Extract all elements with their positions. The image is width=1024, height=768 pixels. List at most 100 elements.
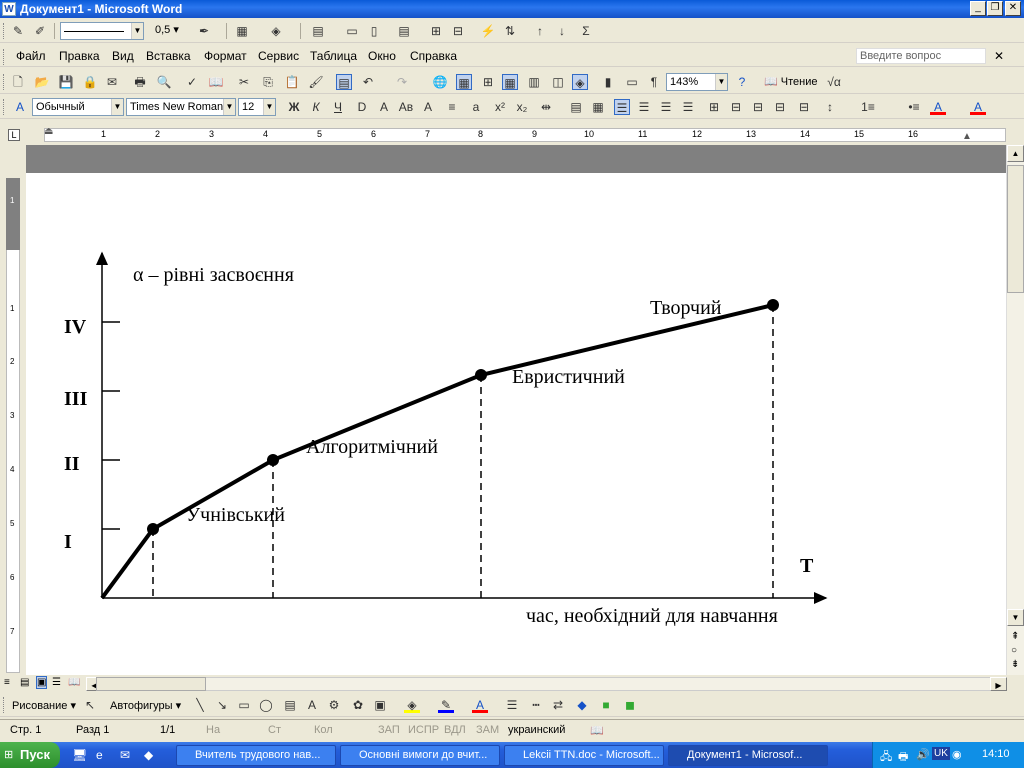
align-left-icon[interactable]: ☰	[614, 99, 630, 115]
outline-view-icon[interactable]: ☰	[52, 677, 61, 688]
indent-marker-icon[interactable]: ⏏	[44, 126, 54, 144]
copy-icon[interactable]: ⎘	[260, 74, 276, 90]
spelling-icon[interactable]: ✓	[184, 74, 200, 90]
show-hide-icon[interactable]: ¶	[646, 74, 662, 90]
vertical-ruler-strip[interactable]	[6, 178, 20, 673]
columns-icon[interactable]: ▥	[526, 74, 542, 90]
format-painter-icon[interactable]: 🖌	[308, 74, 324, 90]
network-icon[interactable]: 🖧	[880, 748, 892, 767]
arrow-icon[interactable]: ↘	[214, 697, 230, 713]
read-button[interactable]: 📖 Чтение	[764, 75, 817, 88]
scroll-up-icon[interactable]: ▲	[1007, 145, 1024, 162]
autosum-icon[interactable]: Σ	[578, 23, 594, 39]
equation-icon[interactable]: √α	[826, 74, 842, 90]
browse-object-icon[interactable]: ○	[1011, 645, 1017, 656]
change-case-icon[interactable]: a	[468, 99, 484, 115]
email-icon[interactable]: ✉	[104, 74, 120, 90]
align-right-icon[interactable]: ☰	[658, 99, 674, 115]
menu-window[interactable]: Окно	[368, 49, 396, 63]
save-icon[interactable]: 💾	[58, 74, 74, 90]
scroll-right-icon[interactable]: ▶	[990, 677, 1007, 691]
bold-icon[interactable]: Ж	[286, 99, 302, 115]
shading-color-icon[interactable]: ◈	[268, 23, 284, 39]
menu-insert[interactable]: Вставка	[146, 49, 191, 63]
next-page-icon[interactable]: ⇟	[1011, 659, 1019, 670]
style-select[interactable]: Обычный ▼	[32, 98, 124, 116]
print-icon[interactable]: 🖶	[132, 74, 148, 90]
cut-icon[interactable]: ✂	[236, 74, 252, 90]
insert-table-icon[interactable]: ⊞	[480, 74, 496, 90]
border-color-icon[interactable]: ✒	[196, 23, 212, 39]
table-autoformat-icon[interactable]: ⚡	[480, 23, 496, 39]
word-icon[interactable]: W	[2, 2, 16, 16]
research-icon[interactable]: 📖	[208, 74, 224, 90]
reading-view-icon[interactable]: 📖	[68, 677, 80, 688]
prev-page-icon[interactable]: ⇞	[1011, 631, 1019, 642]
undo-icon[interactable]: ↶	[360, 74, 376, 90]
borders-icon[interactable]: ▦	[234, 23, 250, 39]
language-indicator[interactable]: UK	[932, 747, 950, 760]
underline-icon[interactable]: Ч	[330, 99, 346, 115]
menu-view[interactable]: Вид	[112, 49, 134, 63]
double-strike-icon[interactable]: D	[354, 99, 370, 115]
textbox-icon[interactable]: ▤	[282, 697, 298, 713]
line-style-icon[interactable]: ☰	[504, 697, 520, 713]
dash-style-icon[interactable]: ┅	[528, 697, 544, 713]
grow-font-icon[interactable]: A	[420, 99, 436, 115]
picture-icon[interactable]: ▣	[372, 697, 388, 713]
tables-borders-icon[interactable]: ▦	[456, 74, 472, 90]
distribute-rows-icon[interactable]: ⊞	[428, 23, 444, 39]
small-caps-icon[interactable]: Aʙ	[398, 99, 414, 115]
printer-icon[interactable]: 🖶	[898, 748, 908, 767]
diagram-icon[interactable]: ⚙	[326, 697, 342, 713]
menu-file[interactable]: Файл	[16, 49, 46, 63]
line-style-select[interactable]: ▼	[60, 22, 144, 40]
new-document-icon[interactable]: 🗋	[10, 74, 26, 90]
italic-icon[interactable]: К	[308, 99, 324, 115]
font-color-icon[interactable]: A	[970, 99, 986, 115]
distributed-icon[interactable]: ⊞	[706, 99, 722, 115]
autoshapes-button[interactable]: Автофигуры ▾	[110, 699, 181, 712]
spelling-status-icon[interactable]: 📖	[590, 724, 604, 737]
draw-table-icon[interactable]: ✎	[10, 23, 26, 39]
right-indent-marker-icon[interactable]: ▲	[962, 131, 972, 142]
tab-selector-icon[interactable]: L	[8, 129, 20, 141]
toolbar-grip[interactable]	[3, 23, 6, 39]
3d-style-icon[interactable]: ◼	[622, 697, 638, 713]
cell-align4-icon[interactable]: ⊟	[796, 99, 812, 115]
numbering-icon[interactable]: 1≡	[860, 99, 876, 115]
distribute-cols-icon[interactable]: ⊟	[450, 23, 466, 39]
styles-icon[interactable]: A	[12, 99, 28, 115]
insert-table-toggle-icon[interactable]: ▤	[336, 74, 352, 90]
paragraph-spacing-icon[interactable]: ↕	[822, 99, 838, 115]
font-size-select[interactable]: 12 ▼	[238, 98, 276, 116]
table-grid-icon[interactable]: ▤	[568, 99, 584, 115]
close-button[interactable]: ✕	[1005, 1, 1021, 16]
help-icon[interactable]: ?	[734, 74, 750, 90]
minimize-button[interactable]: _	[970, 1, 986, 16]
menu-help[interactable]: Справка	[410, 49, 457, 63]
vertical-scrollbar[interactable]: ▲ ▼ ⇞ ○ ⇟	[1006, 145, 1024, 675]
taskbar-button-3[interactable]: Lekcii TTN.doc - Microsoft...	[504, 745, 664, 766]
menu-table[interactable]: Таблица	[310, 49, 357, 63]
oval-icon[interactable]: ◯	[258, 697, 274, 713]
taskbar-button-2[interactable]: Основні вимоги до вчит...	[340, 745, 500, 766]
sort-descending-icon[interactable]: ↓	[554, 23, 570, 39]
draw-menu-button[interactable]: Рисование ▾	[12, 699, 76, 712]
antivirus-icon[interactable]: ◉	[952, 748, 962, 761]
ask-question-input[interactable]: Введите вопрос	[856, 48, 986, 64]
menu-edit[interactable]: Правка	[59, 49, 100, 63]
print-layout-icon[interactable]: ▣	[36, 676, 48, 689]
wordart-icon[interactable]: A	[304, 697, 320, 713]
horizontal-scrollbar[interactable]	[86, 677, 992, 691]
open-icon[interactable]: 📂	[34, 74, 50, 90]
outlook-icon[interactable]: ✉	[120, 748, 130, 762]
show-desktop-icon[interactable]: 🖥	[72, 748, 87, 762]
sort-ascending-icon[interactable]: ↑	[532, 23, 548, 39]
thumbnails-icon[interactable]: ▭	[624, 74, 640, 90]
normal-view-icon[interactable]: ≡	[4, 677, 10, 688]
line-spacing-icon[interactable]: ≡	[444, 99, 460, 115]
vscroll-thumb[interactable]	[1007, 165, 1024, 293]
highlight-color-icon[interactable]: A	[930, 99, 946, 115]
paste-icon[interactable]: 📋	[284, 74, 300, 90]
